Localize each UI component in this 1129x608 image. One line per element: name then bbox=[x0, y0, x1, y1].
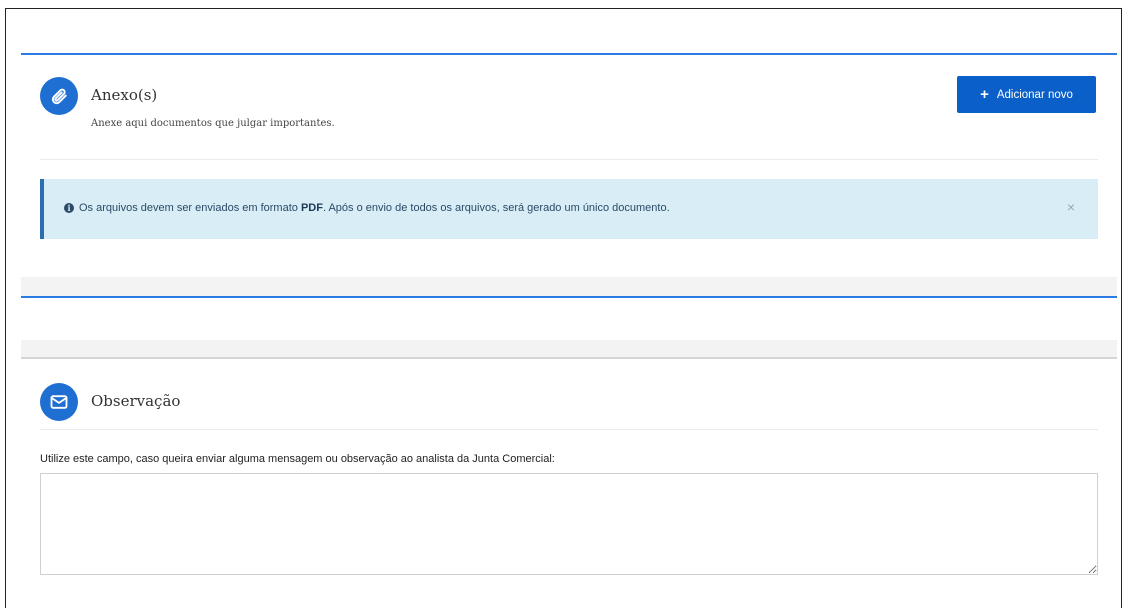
observacao-title: Observação bbox=[91, 392, 181, 410]
add-new-button[interactable]: + Adicionar novo bbox=[957, 76, 1096, 113]
empty-section bbox=[21, 296, 1117, 340]
observacao-section: Observação Utilize este campo, caso quei… bbox=[21, 357, 1117, 597]
anexo-title: Anexo(s) bbox=[91, 86, 158, 104]
paperclip-icon bbox=[40, 77, 78, 115]
observacao-textarea[interactable] bbox=[40, 473, 1098, 575]
divider bbox=[40, 429, 1098, 430]
envelope-icon bbox=[40, 383, 78, 421]
alert-text-after: . Após o envio de todos os arquivos, ser… bbox=[322, 202, 670, 214]
anexo-section: Anexo(s) Anexe aqui documentos que julga… bbox=[21, 53, 1117, 277]
info-alert: i Os arquivos devem ser enviados em form… bbox=[40, 179, 1098, 239]
alert-text-bold: PDF bbox=[300, 202, 323, 214]
anexo-subtitle: Anexe aqui documentos que julgar importa… bbox=[91, 118, 335, 129]
close-icon[interactable]: × bbox=[1067, 199, 1075, 215]
plus-icon: + bbox=[980, 86, 989, 103]
alert-text-before: Os arquivos devem ser enviados em format… bbox=[79, 202, 301, 214]
alert-message: i Os arquivos devem ser enviados em form… bbox=[64, 202, 670, 214]
add-new-button-label: Adicionar novo bbox=[996, 88, 1073, 101]
info-icon: i bbox=[64, 203, 74, 213]
observacao-label: Utilize este campo, caso queira enviar a… bbox=[40, 453, 555, 465]
section-spacer bbox=[21, 277, 1117, 296]
divider bbox=[40, 159, 1098, 160]
section-spacer bbox=[21, 340, 1117, 357]
